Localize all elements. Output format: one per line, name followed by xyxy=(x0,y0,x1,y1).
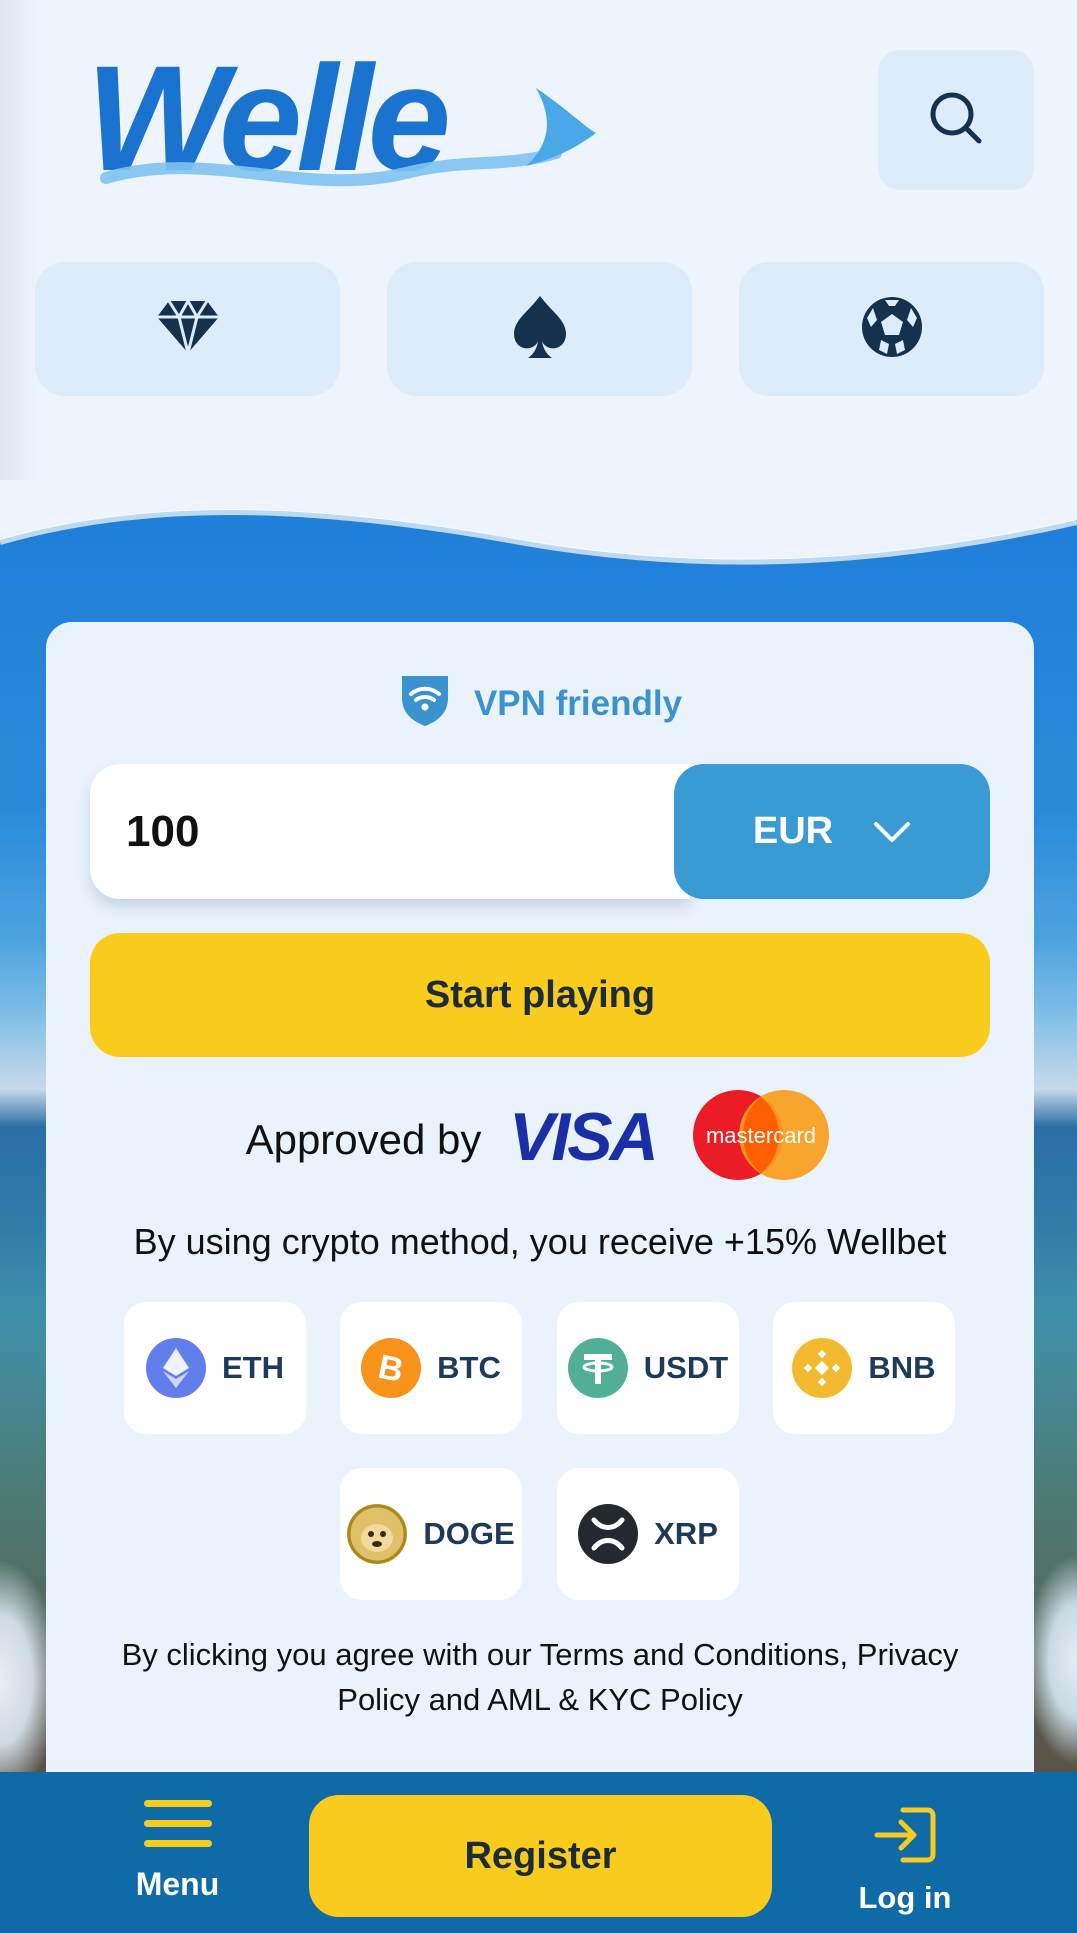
coin-label: XRP xyxy=(654,1516,718,1551)
coin-usdt[interactable]: USDT xyxy=(557,1302,739,1434)
vpn-badge: VPN friendly xyxy=(46,674,1034,734)
coin-btc[interactable]: B BTC xyxy=(340,1302,522,1434)
vpn-label: VPN friendly xyxy=(473,684,683,723)
coin-label: BNB xyxy=(868,1350,936,1385)
diamond-icon xyxy=(155,297,221,360)
svg-text:mastercard: mastercard xyxy=(706,1123,816,1148)
brand-logo[interactable]: Welle xyxy=(86,34,606,202)
amount-row: EUR xyxy=(90,764,990,899)
svg-text:VISA: VISA xyxy=(509,1100,656,1170)
coin-label: BTC xyxy=(437,1350,501,1385)
deposit-card: VPN friendly EUR Start playing Approved … xyxy=(46,622,1034,1782)
amount-input[interactable] xyxy=(90,764,690,899)
menu-button[interactable]: Menu xyxy=(100,1796,255,1916)
approved-label: Approved by xyxy=(245,1116,482,1163)
visa-logo: VISA xyxy=(505,1099,670,1180)
tab-poker[interactable] xyxy=(387,262,692,396)
tab-sports[interactable] xyxy=(739,262,1044,396)
category-tabs xyxy=(35,262,1047,396)
bottom-nav: Menu Register Log in xyxy=(0,1772,1077,1933)
coin-doge[interactable]: DOGE xyxy=(340,1468,522,1600)
currency-value: EUR xyxy=(752,810,834,852)
svg-text:B: B xyxy=(375,1348,407,1388)
tab-casino[interactable] xyxy=(35,262,340,396)
login-button[interactable]: Log in xyxy=(840,1806,970,1916)
doge-icon xyxy=(347,1504,408,1564)
login-icon xyxy=(873,1806,937,1872)
coin-label: ETH xyxy=(222,1350,284,1385)
soccer-ball-icon xyxy=(859,294,925,365)
coin-xrp[interactable]: XRP xyxy=(557,1468,739,1600)
mastercard-logo: mastercard xyxy=(688,1088,834,1192)
terms-text[interactable]: By clicking you agree with our Terms and… xyxy=(76,1632,1004,1722)
xrp-icon xyxy=(578,1504,639,1564)
tether-icon xyxy=(567,1338,628,1398)
hamburger-icon xyxy=(143,1800,212,1848)
crypto-bonus-note: By using crypto method, you receive +15%… xyxy=(133,1221,947,1262)
ethereum-icon xyxy=(146,1338,206,1398)
coin-bnb[interactable]: BNB xyxy=(773,1302,955,1434)
coin-eth[interactable]: ETH xyxy=(124,1302,306,1434)
approved-by-row: Approved by VISA mastercard xyxy=(46,1090,1034,1190)
menu-label: Menu xyxy=(135,1866,220,1902)
currency-select[interactable]: EUR xyxy=(674,764,990,899)
bitcoin-icon: B xyxy=(361,1338,422,1398)
coin-label: DOGE xyxy=(423,1516,515,1551)
login-label: Log in xyxy=(858,1880,952,1915)
chevron-down-icon xyxy=(873,810,911,853)
shield-wifi-icon xyxy=(398,672,452,737)
bnb-icon xyxy=(792,1338,853,1398)
wave-divider xyxy=(0,480,1077,565)
register-button[interactable]: Register xyxy=(309,1795,772,1917)
search-button[interactable] xyxy=(878,50,1034,190)
spade-icon xyxy=(512,294,568,365)
coin-label: USDT xyxy=(643,1350,729,1385)
start-playing-button[interactable]: Start playing xyxy=(90,933,990,1057)
search-icon xyxy=(926,88,986,153)
